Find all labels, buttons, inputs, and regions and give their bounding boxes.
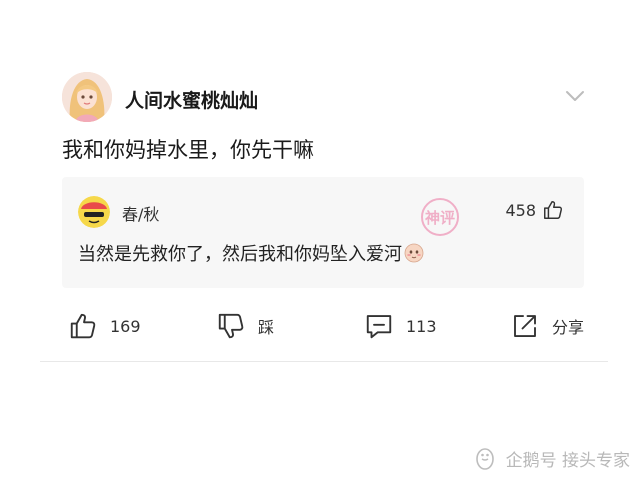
like-button[interactable]: 169 [68, 305, 141, 347]
stamp-text: 神评 [425, 209, 455, 227]
author-avatar[interactable] [62, 72, 112, 122]
thumbs-up-icon [70, 313, 96, 339]
commenter-avatar[interactable] [78, 196, 110, 228]
comment-count: 113 [406, 316, 437, 336]
author-name[interactable]: 人间水蜜桃灿灿 [125, 86, 258, 113]
comment-button[interactable]: 113 [364, 305, 437, 347]
dislike-label: 踩 [258, 318, 275, 337]
penguin-logo-icon [475, 448, 494, 470]
face-emoji-icon [404, 243, 424, 263]
hot-comment-like-button[interactable]: 458 [505, 198, 564, 222]
hot-comment-stamp: 神评 [421, 198, 459, 236]
thumbs-up-icon [544, 201, 563, 219]
dislike-button[interactable]: 踩 [216, 305, 274, 347]
watermark: 企鹅号 接头专家 [472, 444, 630, 472]
share-icon [514, 315, 536, 337]
commenter-name[interactable]: 春/秋 [122, 201, 159, 225]
watermark-text: 企鹅号 接头专家 [505, 450, 630, 471]
like-count: 169 [110, 316, 141, 336]
post-header: 人间水蜜桃灿灿 [62, 72, 592, 126]
chevron-down-icon[interactable] [564, 88, 586, 104]
hot-comment-like-count: 458 [505, 200, 536, 220]
share-button[interactable]: 分享 [510, 305, 584, 347]
action-bar: 169 踩 113 分享 [62, 305, 592, 347]
thumbs-down-icon [218, 313, 244, 339]
hot-comment-card[interactable]: 春/秋 神评 458 当然是先救你了，然后我和你妈坠入爱河 [62, 177, 584, 288]
comment-icon [366, 315, 392, 339]
post-text: 我和你妈掉水里，你先干嘛 [62, 138, 314, 162]
share-label: 分享 [552, 318, 585, 337]
hot-comment-text: 当然是先救你了，然后我和你妈坠入爱河 [78, 240, 424, 266]
divider [40, 361, 608, 362]
hot-comment-body: 当然是先救你了，然后我和你妈坠入爱河 [78, 244, 402, 265]
